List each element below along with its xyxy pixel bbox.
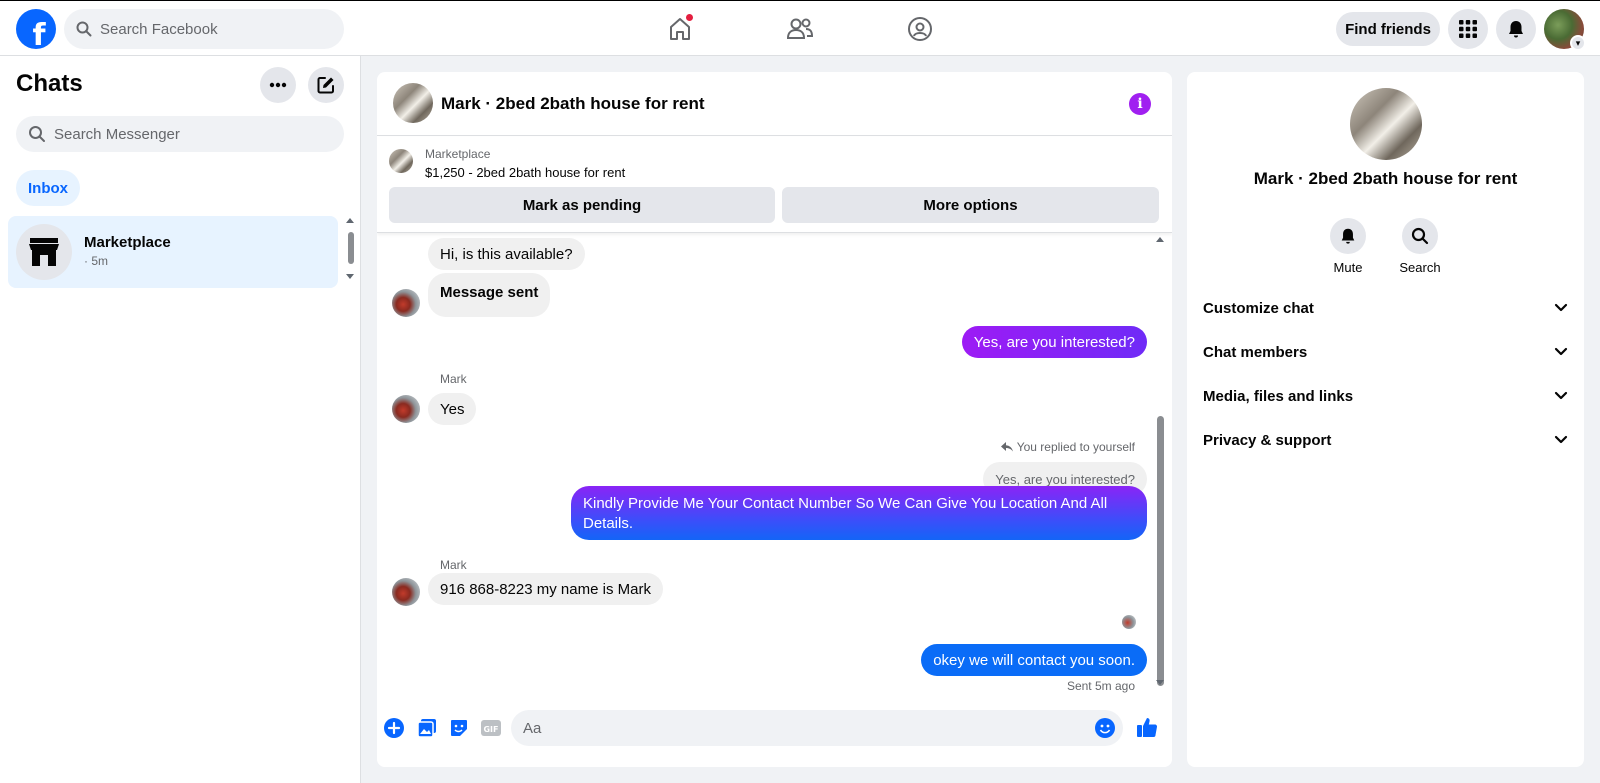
sidebar-scroll-thumb[interactable] [348,232,354,264]
groups-icon [908,17,932,41]
like-icon[interactable] [1135,715,1159,739]
groups-nav-button[interactable] [900,9,940,49]
info-panel-name: Mark · 2bed 2bath house for rent [1253,169,1518,188]
chevron-down-icon [1554,303,1568,312]
privacy-support-section[interactable]: Privacy & support [1203,420,1568,460]
scroll-up-arrow-icon[interactable] [346,218,354,223]
incoming-message[interactable]: Yes [428,393,477,425]
conversation-title[interactable]: Mark · 2bed 2bath house for rent [441,94,705,114]
chat-members-section[interactable]: Chat members [1203,332,1568,372]
incoming-message[interactable]: Message sent [428,273,551,317]
messenger-search-input[interactable]: Search Messenger [16,116,344,152]
outgoing-message[interactable]: Kindly Provide Me Your Contact Number So… [571,486,1147,540]
facebook-search-placeholder: Search Facebook [100,20,218,38]
customize-chat-section[interactable]: Customize chat [1203,288,1568,328]
search-icon [1402,218,1438,254]
conversation-header: Mark · 2bed 2bath house for rent i [377,72,1172,136]
chevron-down-icon [1554,435,1568,444]
scroll-up-arrow-icon[interactable] [1156,237,1164,242]
incoming-message[interactable]: 916 868-8223 my name is Mark [428,573,663,605]
notifications-button[interactable] [1496,9,1536,49]
sender-name: Mark [440,558,467,572]
sender-avatar[interactable] [392,289,420,317]
message-input[interactable]: Aa [511,710,1123,746]
info-panel-avatar[interactable] [1350,88,1422,160]
emoji-icon[interactable] [1095,718,1115,738]
chats-title: Chats [16,70,83,97]
search-icon [76,21,92,37]
outgoing-message[interactable]: okey we will contact you soon. [921,644,1147,676]
top-navigation-bar: f Search Facebook Find friends ▾ [0,0,1600,56]
mark-as-pending-button[interactable]: Mark as pending [389,187,775,223]
gif-icon[interactable]: GIF [481,718,501,738]
menu-button[interactable] [1448,9,1488,49]
marketplace-listing-banner: Marketplace $1,250 - 2bed 2bath house fo… [377,137,1172,233]
conversation-avatar[interactable] [393,83,433,123]
inbox-filter-tab[interactable]: Inbox [16,170,80,206]
sticker-icon[interactable] [449,718,469,738]
listing-source-label: Marketplace [425,147,491,161]
search-label: Search [1399,260,1441,275]
messages-scrollbar[interactable] [1154,237,1166,767]
message-input-placeholder: Aa [523,720,542,737]
info-icon[interactable]: i [1129,93,1151,115]
notification-dot [685,13,694,22]
section-label: Customize chat [1203,299,1314,317]
mute-button[interactable]: Mute [1318,218,1378,275]
more-icon [269,82,287,88]
find-friends-button[interactable]: Find friends [1336,12,1440,46]
reply-indicator: You replied to yourself [1000,440,1135,454]
sender-avatar[interactable] [392,395,420,423]
listing-title[interactable]: $1,250 - 2bed 2bath house for rent [425,165,625,180]
sender-name: Mark [440,372,467,386]
mute-label: Mute [1333,260,1363,275]
chevron-down-icon [1554,391,1568,400]
chats-sidebar: Chats Search Messenger Inbox Marketplace… [0,56,361,783]
chevron-down-icon[interactable]: ▾ [1570,35,1586,51]
outgoing-message[interactable]: Yes, are you interested? [961,326,1147,358]
messenger-search-placeholder: Search Messenger [54,125,180,143]
seen-receipt-avatar [1122,615,1136,629]
friends-icon [786,18,814,39]
section-label: Media, files and links [1203,387,1354,405]
more-options-button[interactable]: More options [782,187,1159,223]
search-conversation-button[interactable]: Search [1390,218,1450,275]
message-status: Sent 5m ago [1066,679,1135,693]
menu-grid-icon [1459,20,1477,38]
chat-name: Marketplace [84,234,171,251]
facebook-search-input[interactable]: Search Facebook [64,9,344,49]
store-icon [16,224,72,280]
scroll-down-arrow-icon[interactable] [1156,680,1164,685]
friends-nav-button[interactable] [780,9,820,49]
reply-icon [1000,442,1013,452]
search-icon [29,126,45,142]
photo-icon[interactable] [417,718,437,738]
media-files-links-section[interactable]: Media, files and links [1203,376,1568,416]
conversation-info-panel: Mark · 2bed 2bath house for rent Mute Se… [1187,72,1584,767]
home-nav-button[interactable] [660,9,700,49]
reply-indicator-text: You replied to yourself [1016,440,1135,454]
compose-icon [317,77,334,94]
new-message-button[interactable] [308,67,344,103]
message-composer: GIF Aa [377,703,1172,767]
chevron-down-icon [1554,347,1568,356]
plus-icon[interactable] [384,718,404,738]
sidebar-scrollbar[interactable] [344,218,356,284]
section-label: Chat members [1203,343,1308,361]
sender-avatar[interactable] [392,578,420,606]
messages-scroll-thumb[interactable] [1157,416,1164,686]
svg-text:GIF: GIF [483,725,498,734]
section-label: Privacy & support [1203,431,1332,449]
message-list: Hi, is this available? Message sent Yes,… [377,233,1172,767]
listing-thumbnail[interactable] [389,149,413,173]
bell-icon [1330,218,1366,254]
incoming-message[interactable]: Hi, is this available? [428,238,585,270]
conversation-panel: Mark · 2bed 2bath house for rent i Marke… [377,72,1172,767]
chat-list-item[interactable]: Marketplace · 5m [8,216,338,288]
chat-options-button[interactable] [260,67,296,103]
bell-icon [1509,21,1523,38]
chat-timestamp: · 5m [84,254,108,268]
facebook-logo[interactable]: f [16,9,56,49]
scroll-down-arrow-icon[interactable] [346,274,354,279]
